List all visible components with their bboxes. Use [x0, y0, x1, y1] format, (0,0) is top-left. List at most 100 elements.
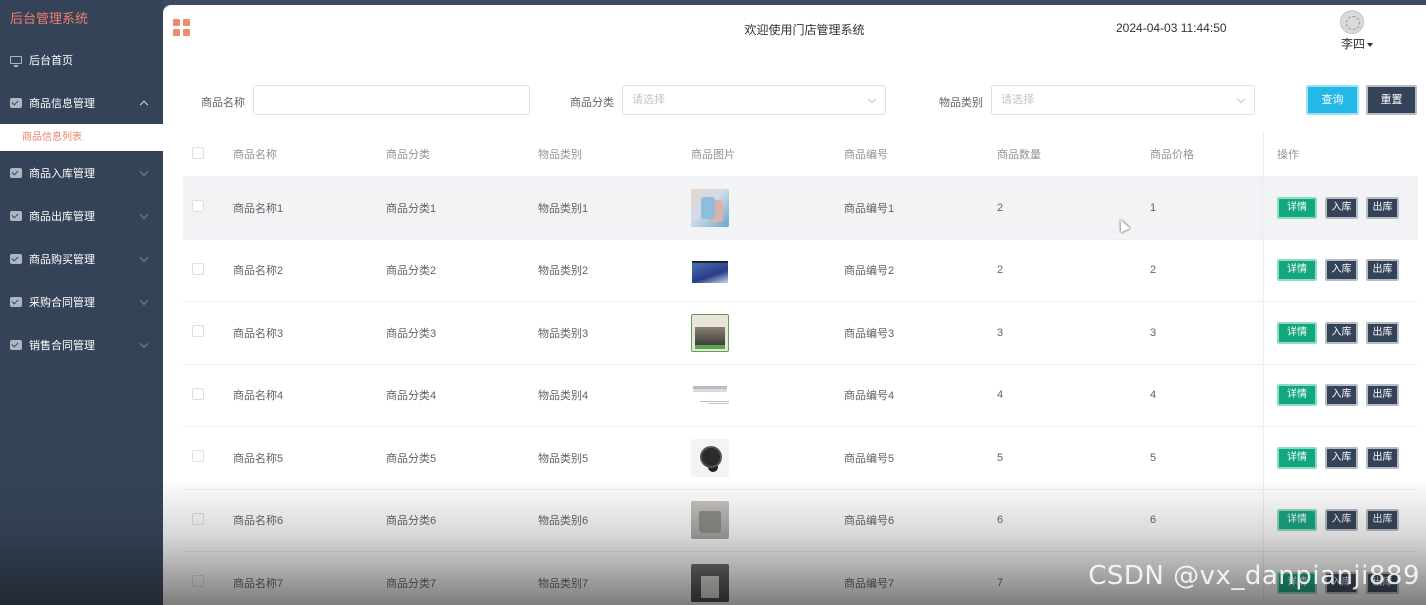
table-row: 商品名称1 商品分类1 物品类别1 商品编号1 2 1 详情 入库 出库	[183, 177, 1418, 240]
row-checkbox[interactable]	[192, 512, 204, 525]
row-checkbox[interactable]	[192, 575, 204, 588]
product-image-tv[interactable]	[691, 251, 729, 290]
product-image-drying-rack[interactable]	[691, 376, 729, 415]
stock-in-button[interactable]: 入库	[1325, 259, 1358, 282]
cell-category: 商品分类7	[386, 577, 437, 590]
cell-type: 物品类别1	[538, 202, 589, 215]
checkbox-icon	[10, 167, 22, 178]
sidebar-item-stock-in[interactable]: 商品入库管理	[0, 151, 163, 194]
checkbox-icon	[10, 253, 22, 264]
query-button[interactable]: 查询	[1306, 85, 1359, 115]
row-checkbox[interactable]	[192, 262, 204, 275]
row-checkbox[interactable]	[192, 325, 204, 338]
chevron-down-icon	[139, 253, 149, 262]
cell-category: 商品分类4	[386, 390, 437, 403]
col-header: 商品分类	[386, 149, 430, 161]
cell-type: 物品类别6	[538, 515, 589, 528]
name-input[interactable]	[253, 85, 530, 115]
stock-out-button[interactable]: 出库	[1366, 321, 1399, 344]
detail-button[interactable]: 详情	[1277, 509, 1317, 532]
product-table: 商品名称 商品分类 物品类别 商品图片 商品编号 商品数量 商品价格 操作 商品…	[183, 132, 1418, 605]
product-image-furniture[interactable]	[691, 313, 729, 352]
submenu-item-product-list[interactable]: 商品信息列表	[0, 124, 163, 151]
cell-name: 商品名称4	[233, 390, 284, 403]
submenu: 商品信息列表	[0, 124, 163, 151]
stock-out-button[interactable]: 出库	[1366, 384, 1399, 407]
row-checkbox[interactable]	[192, 387, 204, 400]
table-row: 商品名称3 商品分类3 物品类别3 商品编号3 3 3 详情 入库 出库	[183, 302, 1418, 365]
reset-button[interactable]: 重置	[1366, 85, 1417, 115]
top-header: 欢迎使用门店管理系统 2024-04-03 11:44:50 李四	[163, 5, 1426, 53]
category-label: 商品分类	[570, 97, 614, 109]
chevron-down-icon	[1236, 94, 1246, 104]
sidebar-item-label: 商品入库管理	[29, 167, 95, 180]
cell-category: 商品分类1	[386, 202, 437, 215]
cell-price: 1	[1150, 201, 1157, 214]
sidebar-item-sales-contract[interactable]: 销售合同管理	[0, 323, 163, 366]
product-image-fan[interactable]	[691, 438, 729, 477]
sidebar-item-purchase[interactable]: 商品购买管理	[0, 237, 163, 280]
cell-category: 商品分类5	[386, 452, 437, 465]
col-header: 商品数量	[997, 149, 1041, 161]
caret-down-icon	[1367, 42, 1374, 47]
avatar[interactable]	[1340, 10, 1364, 34]
sidebar-item-purchase-contract[interactable]: 采购合同管理	[0, 280, 163, 323]
sidebar-item-label: 商品出库管理	[29, 210, 95, 223]
sidebar-item-stock-out[interactable]: 商品出库管理	[0, 194, 163, 237]
detail-button[interactable]: 详情	[1277, 321, 1317, 344]
cell-qty: 3	[997, 326, 1004, 339]
search-bar: 商品名称 商品分类 请选择 物品类别 请选择 查询 重置	[163, 85, 1426, 117]
cell-price: 5	[1150, 451, 1157, 464]
watermark: CSDN @vx_danpianji889	[1088, 561, 1420, 591]
stock-in-button[interactable]: 入库	[1325, 384, 1358, 407]
col-header: 商品价格	[1150, 149, 1194, 161]
cell-qty: 5	[997, 451, 1004, 464]
cell-name: 商品名称7	[233, 577, 284, 590]
cell-code: 商品编号2	[844, 265, 895, 278]
stock-in-button[interactable]: 入库	[1325, 321, 1358, 344]
stock-in-button[interactable]: 入库	[1325, 509, 1358, 532]
checkbox-icon	[10, 339, 22, 350]
datetime: 2024-04-03 11:44:50	[1116, 21, 1227, 35]
cell-code: 商品编号6	[844, 515, 895, 528]
cell-category: 商品分类6	[386, 515, 437, 528]
table-row: 商品名称2 商品分类2 物品类别2 商品编号2 2 2 详情 入库 出库	[183, 240, 1418, 302]
stock-in-button[interactable]: 入库	[1325, 196, 1358, 219]
type-label: 物品类别	[939, 97, 983, 109]
detail-button[interactable]: 详情	[1277, 259, 1317, 282]
type-select[interactable]: 请选择	[991, 85, 1255, 115]
user-menu[interactable]: 李四	[1341, 35, 1374, 52]
detail-button[interactable]: 详情	[1277, 446, 1317, 469]
cell-price: 6	[1150, 514, 1157, 527]
stock-in-button[interactable]: 入库	[1325, 446, 1358, 469]
sidebar-item-label: 采购合同管理	[29, 296, 95, 309]
product-image-phone-case[interactable]	[691, 188, 729, 227]
brand-title: 后台管理系统	[10, 11, 89, 26]
cell-type: 物品类别2	[538, 265, 589, 278]
col-header: 商品图片	[691, 149, 735, 161]
stock-out-button[interactable]: 出库	[1366, 259, 1399, 282]
category-select[interactable]: 请选择	[622, 85, 886, 115]
cell-qty: 4	[997, 389, 1004, 402]
product-image-bag[interactable]	[691, 501, 729, 540]
table-row: 商品名称6 商品分类6 物品类别6 商品编号6 6 6 详情 入库 出库	[183, 490, 1418, 552]
chevron-up-icon	[139, 100, 149, 109]
chevron-down-icon	[139, 167, 149, 176]
detail-button[interactable]: 详情	[1277, 384, 1317, 407]
row-checkbox[interactable]	[192, 450, 204, 463]
cell-qty: 6	[997, 514, 1004, 527]
cell-name: 商品名称2	[233, 265, 284, 278]
sidebar-item-home[interactable]: 后台首页	[0, 38, 163, 81]
stock-out-button[interactable]: 出库	[1366, 196, 1399, 219]
detail-button[interactable]: 详情	[1277, 196, 1317, 219]
stock-out-button[interactable]: 出库	[1366, 509, 1399, 532]
product-image-tote-bag[interactable]	[691, 563, 729, 602]
checkbox-icon	[10, 97, 22, 108]
stock-out-button[interactable]: 出库	[1366, 446, 1399, 469]
cell-code: 商品编号5	[844, 452, 895, 465]
select-all-checkbox[interactable]	[192, 146, 204, 159]
category-placeholder: 请选择	[632, 94, 665, 106]
cell-qty: 2	[997, 201, 1004, 214]
sidebar-item-product-info[interactable]: 商品信息管理	[0, 81, 163, 124]
row-checkbox[interactable]	[192, 200, 204, 213]
